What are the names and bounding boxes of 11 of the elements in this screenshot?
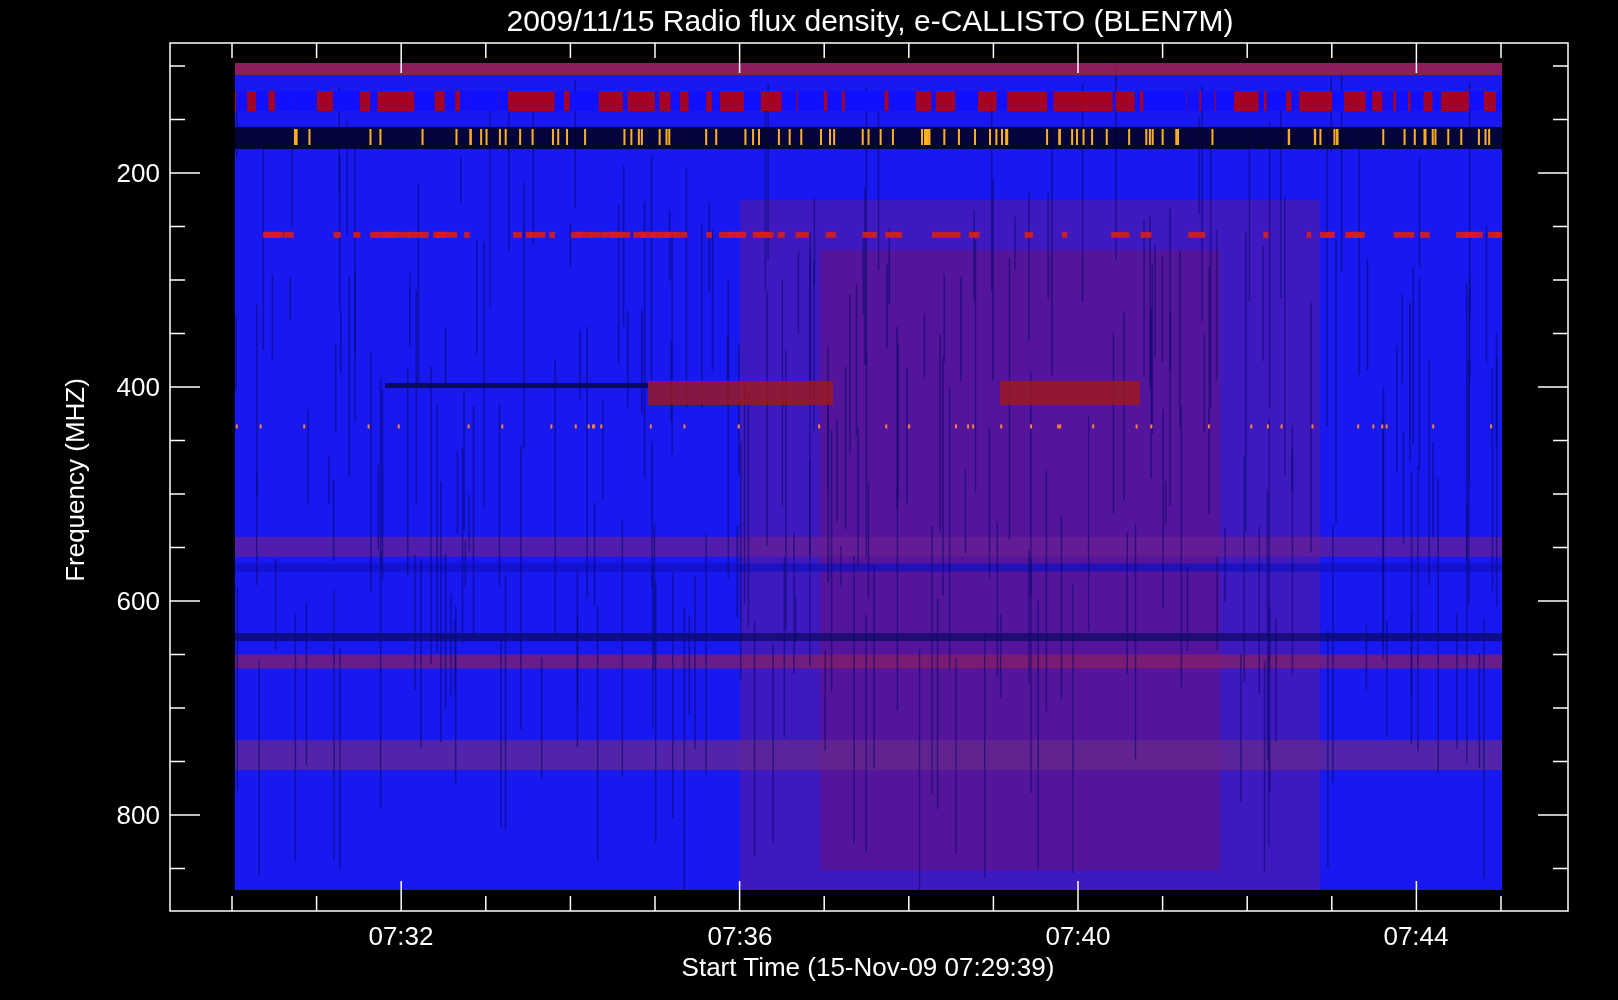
x-tick-label: 07:32: [368, 921, 434, 951]
y-tick-label: 800: [116, 800, 160, 830]
x-tick-label: 07:36: [707, 921, 773, 951]
x-tick-label: 07:40: [1045, 921, 1111, 951]
y-tick-label: 400: [116, 372, 160, 402]
y-axis-label: Frequency (MHZ): [60, 378, 90, 582]
x-axis-label: Start Time (15-Nov-09 07:29:39): [681, 952, 1055, 982]
chart-title: 2009/11/15 Radio flux density, e-CALLISTO (BLEN7M): [506, 4, 1234, 37]
y-tick-label: 600: [116, 586, 160, 616]
y-tick-label: 200: [116, 158, 160, 188]
x-tick-label: 07:44: [1383, 921, 1449, 951]
